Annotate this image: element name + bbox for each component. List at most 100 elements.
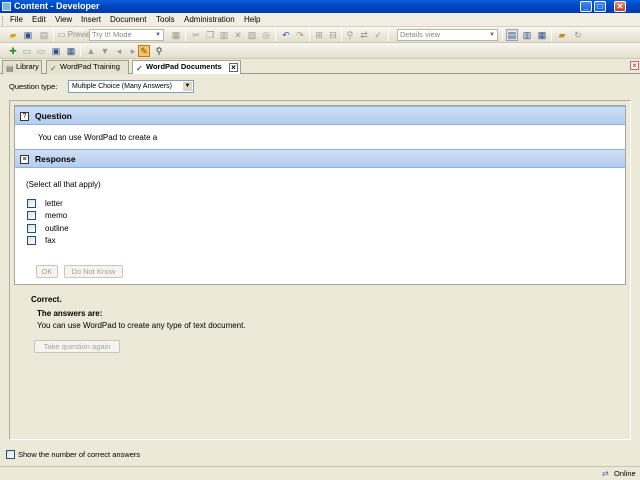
question-type-select[interactable]: Multiple Choice (Many Answers) ▼: [68, 80, 194, 93]
link-icon[interactable]: ◎: [260, 29, 272, 41]
maximize-button[interactable]: □: [594, 1, 606, 12]
delete-icon[interactable]: ✕: [232, 29, 244, 41]
toolbar-separator: [53, 29, 54, 41]
question-icon: ✓: [136, 64, 143, 73]
menu-tools[interactable]: Tools: [156, 15, 175, 25]
tab-label: Library: [16, 62, 39, 71]
question-type-label: Question type:: [9, 82, 58, 91]
menu-grip[interactable]: [2, 16, 5, 25]
checkbox[interactable]: [27, 211, 36, 220]
new-icon[interactable]: ✚: [7, 45, 19, 57]
toolbar-separator: [341, 29, 342, 41]
find-icon[interactable]: ⚲: [344, 29, 356, 41]
menu-insert[interactable]: Insert: [81, 15, 101, 25]
menu-view[interactable]: View: [55, 15, 72, 25]
promote-icon[interactable]: ◂: [113, 45, 125, 57]
view-select[interactable]: Details view ▼: [397, 29, 498, 41]
title-bar: Content - Developer _ □ ✕: [0, 0, 640, 13]
insert-package-icon[interactable]: ▦: [65, 45, 77, 57]
undo-icon[interactable]: ↶: [280, 29, 292, 41]
question-response-panel: ? Question You can use WordPad to create…: [14, 105, 626, 285]
details-view-icon[interactable]: ▤: [506, 29, 518, 41]
question-header-label: Question: [35, 111, 72, 121]
insert-frame-icon[interactable]: ▭: [21, 45, 33, 57]
paste-icon[interactable]: ▥: [218, 29, 230, 41]
redo-icon[interactable]: ↷: [294, 29, 306, 41]
library-icon: ▤: [6, 64, 14, 73]
insert-image-icon[interactable]: ▣: [50, 45, 62, 57]
chevron-down-icon: ▼: [183, 82, 192, 91]
properties-icon[interactable]: ▧: [246, 29, 258, 41]
chevron-down-icon: ▼: [489, 32, 495, 38]
tab-wordpad-documents[interactable]: ✓ WordPad Documents ×: [132, 60, 241, 75]
tab-label: WordPad Documents: [146, 62, 222, 71]
spell-check-icon[interactable]: ✓: [372, 29, 384, 41]
status-text: Online: [614, 469, 636, 478]
open-folder-icon[interactable]: ▰: [7, 29, 19, 41]
save-icon[interactable]: ▣: [22, 29, 34, 41]
show-correct-label: Show the number of correct answers: [18, 450, 141, 459]
open-content-icon[interactable]: ▰: [556, 29, 568, 41]
menu-bar: File Edit View Insert Document Tools Adm…: [0, 13, 640, 27]
move-down-icon[interactable]: ▼: [99, 45, 111, 57]
checkbox[interactable]: [6, 450, 15, 459]
menu-edit[interactable]: Edit: [32, 15, 46, 25]
question-wizard-icon[interactable]: ⚲: [153, 45, 165, 57]
select-instruction: (Select all that apply): [26, 180, 101, 189]
content-toolbar: ✚ ▭ ▭ ▣ ▦ ▲ ▼ ◂ ▸ ✎ ⚲: [0, 43, 640, 59]
status-bar: ⇄ Online: [0, 466, 640, 480]
print-icon[interactable]: ▤: [38, 29, 50, 41]
copy-icon[interactable]: ❐: [204, 29, 216, 41]
mode-select-value: Try It! Mode: [92, 30, 132, 39]
menu-help[interactable]: Help: [244, 15, 260, 25]
answers-label: The answers are:: [37, 309, 103, 318]
menu-document[interactable]: Document: [110, 15, 146, 25]
close-tab-icon[interactable]: ×: [229, 63, 238, 72]
standard-toolbar: ▰ ▣ ▤ ▭ Preview Try It! Mode ▼ ▦ ✂ ❐ ▥ ✕…: [0, 27, 640, 43]
app-icon[interactable]: [2, 2, 11, 11]
option-label: memo: [45, 211, 68, 220]
window-title: Content - Developer: [14, 1, 100, 11]
insert-link-icon[interactable]: ▭: [35, 45, 47, 57]
question-icon: ?: [20, 112, 29, 121]
network-icon: ⇄: [602, 469, 609, 478]
option-label: outline: [45, 224, 69, 233]
checkbox[interactable]: [27, 236, 36, 245]
minimize-button[interactable]: _: [580, 1, 592, 12]
outline-view-icon[interactable]: ▦: [536, 29, 548, 41]
outline-icon: ✓: [50, 64, 57, 73]
collapse-icon[interactable]: ⊟: [327, 29, 339, 41]
move-up-icon[interactable]: ▲: [85, 45, 97, 57]
expand-icon[interactable]: ⊞: [313, 29, 325, 41]
answers-text: You can use WordPad to create any type o…: [37, 321, 246, 330]
menu-file[interactable]: File: [10, 15, 23, 25]
close-button[interactable]: ✕: [614, 1, 626, 12]
do-not-know-button[interactable]: Do Not Know: [64, 265, 123, 278]
question-text: You can use WordPad to create a: [38, 133, 158, 142]
refresh-icon[interactable]: ↻: [572, 29, 584, 41]
toolbar-separator: [80, 45, 81, 57]
checkbox[interactable]: [27, 199, 36, 208]
option-label: fax: [45, 236, 56, 245]
feedback-result: Correct.: [31, 295, 62, 304]
edit-icon[interactable]: ✎: [138, 45, 150, 57]
checkbox[interactable]: [27, 224, 36, 233]
ok-button[interactable]: OK: [36, 265, 58, 278]
replace-icon[interactable]: ⇄: [358, 29, 370, 41]
cut-icon[interactable]: ✂: [190, 29, 202, 41]
toolbar-separator: [309, 29, 310, 41]
take-question-again-button[interactable]: Take question again: [34, 340, 120, 353]
menu-administration[interactable]: Administration: [184, 15, 235, 25]
question-editor: Question type: Multiple Choice (Many Ans…: [0, 74, 640, 466]
option-label: letter: [45, 199, 63, 208]
tab-library[interactable]: ▤ Library: [2, 60, 42, 74]
response-header-label: Response: [35, 154, 76, 164]
toolbar-separator: [502, 29, 503, 41]
toolbar-separator: [275, 29, 276, 41]
chevron-down-icon: ▼: [155, 32, 161, 38]
close-pane-icon[interactable]: ×: [630, 61, 639, 70]
split-view-icon[interactable]: ▥: [521, 29, 533, 41]
tab-wordpad-training[interactable]: ✓ WordPad Training: [46, 60, 129, 74]
publish-icon[interactable]: ▦: [170, 29, 182, 41]
mode-select[interactable]: Try It! Mode ▼: [89, 29, 164, 41]
